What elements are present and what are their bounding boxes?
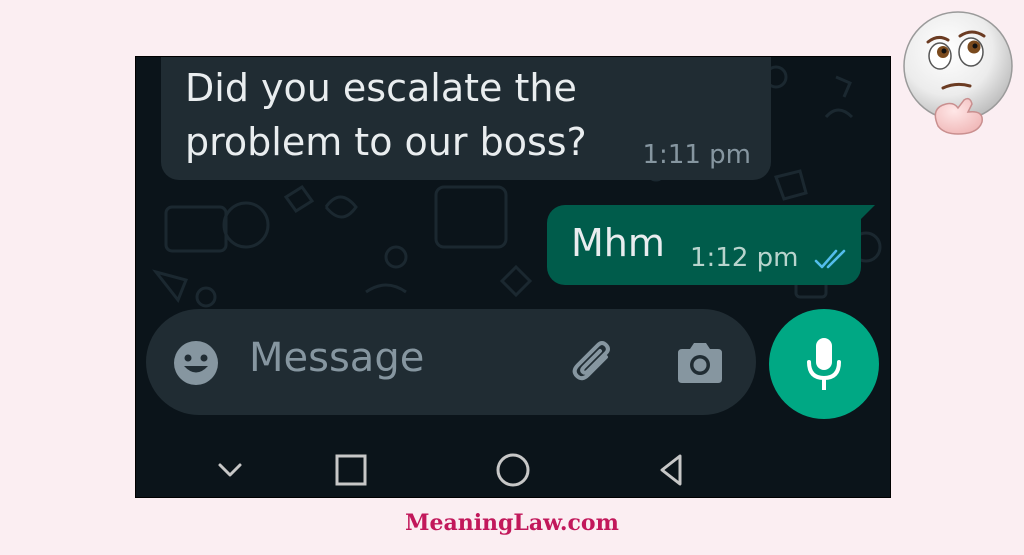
outgoing-message-time: 1:12 pm	[690, 243, 799, 273]
mic-icon	[807, 338, 841, 390]
attach-icon[interactable]	[568, 337, 622, 391]
thinking-face-emoji	[903, 11, 1013, 135]
incoming-message-bubble[interactable]: Did you escalate the problem to our boss…	[161, 57, 771, 180]
incoming-message-text: Did you escalate the problem to our boss…	[185, 66, 587, 164]
voice-message-button[interactable]	[769, 309, 879, 419]
message-input[interactable]: Message	[249, 335, 424, 381]
outgoing-message-text: Mhm	[571, 221, 665, 265]
home-icon[interactable]	[495, 452, 531, 488]
bubble-tail	[859, 205, 875, 221]
hide-keyboard-icon[interactable]	[212, 452, 248, 488]
chat-screen: Did you escalate the problem to our boss…	[135, 56, 891, 498]
double-check-read-icon	[814, 249, 846, 269]
site-watermark: MeaningLaw.com	[405, 510, 619, 536]
emoji-icon[interactable]	[172, 339, 220, 387]
outgoing-message-bubble[interactable]: Mhm 1:12 pm	[547, 205, 875, 285]
incoming-message-time: 1:11 pm	[642, 140, 751, 170]
system-navigation-bar	[136, 442, 890, 497]
back-icon[interactable]	[654, 452, 690, 488]
message-composer[interactable]: Message	[146, 309, 756, 415]
camera-icon[interactable]	[674, 339, 726, 387]
recents-icon[interactable]	[333, 452, 369, 488]
